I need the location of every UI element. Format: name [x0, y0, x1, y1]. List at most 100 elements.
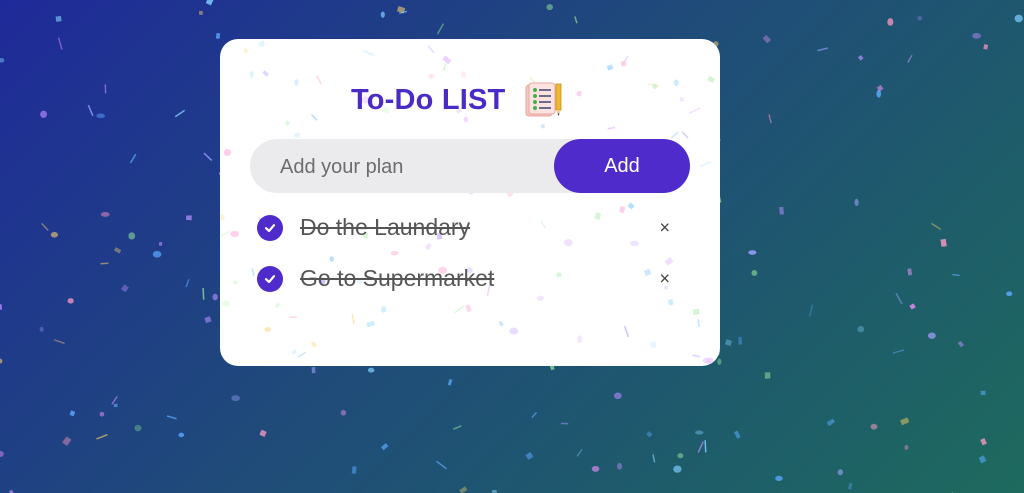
- confetti-piece: [351, 313, 355, 324]
- confetti-piece: [697, 319, 700, 328]
- confetti-piece: [764, 372, 771, 379]
- confetti-piece: [288, 316, 298, 319]
- confetti-piece: [751, 270, 758, 276]
- confetti-piece: [258, 40, 265, 47]
- confetti-piece: [104, 84, 107, 94]
- confetti-piece: [447, 378, 453, 386]
- confetti-piece: [0, 58, 5, 63]
- confetti-piece: [624, 325, 630, 338]
- task-input[interactable]: [250, 139, 582, 195]
- task-text[interactable]: Go to Supermarket: [300, 265, 494, 292]
- confetti-piece: [909, 303, 916, 310]
- confetti-piece: [113, 403, 118, 408]
- confetti-piece: [311, 366, 316, 374]
- task-item[interactable]: Go to Supermarket ×: [257, 253, 677, 304]
- confetti-piece: [100, 212, 110, 217]
- confetti-piece: [649, 341, 657, 349]
- confetti-piece: [762, 34, 771, 44]
- confetti-piece: [381, 306, 387, 313]
- confetti-piece: [120, 284, 129, 293]
- confetti-piece: [62, 436, 72, 446]
- confetti-piece: [775, 475, 783, 482]
- confetti-piece: [738, 336, 742, 345]
- confetti-piece: [233, 280, 238, 284]
- confetti-piece: [465, 304, 472, 313]
- confetti-piece: [692, 308, 700, 316]
- confetti-piece: [768, 114, 772, 124]
- confetti-piece: [681, 131, 689, 139]
- confetti-piece: [560, 422, 569, 425]
- task-text[interactable]: Do the Laundary: [300, 214, 470, 241]
- confetti-piece: [620, 60, 627, 67]
- confetti-piece: [294, 79, 299, 86]
- confetti-piece: [652, 454, 656, 463]
- confetti-piece: [128, 232, 136, 240]
- confetti-piece: [702, 357, 712, 364]
- confetti-piece: [454, 305, 465, 314]
- confetti-piece: [980, 390, 986, 396]
- confetti-piece: [243, 48, 249, 54]
- confetti-piece: [576, 90, 582, 97]
- confetti-piece: [983, 44, 989, 50]
- confetti-piece: [591, 465, 600, 472]
- confetti-piece: [837, 469, 844, 476]
- confetti-piece: [284, 120, 291, 126]
- confetti-piece: [980, 438, 987, 446]
- close-icon[interactable]: ×: [659, 217, 670, 238]
- confetti-piece: [158, 241, 163, 246]
- confetti-piece: [69, 410, 76, 417]
- confetti-piece: [733, 430, 741, 439]
- confetti-piece: [779, 206, 785, 215]
- checklist-notepad-icon: [525, 82, 562, 117]
- confetti-piece: [428, 73, 435, 80]
- confetti-piece: [291, 349, 298, 355]
- confetti-piece: [50, 231, 58, 238]
- task-item[interactable]: Do the Laundary ×: [257, 202, 677, 253]
- confetti-piece: [152, 250, 162, 258]
- confetti-piece: [203, 152, 213, 162]
- confetti-piece: [900, 417, 910, 426]
- confetti-piece: [111, 396, 118, 405]
- confetti-piece: [87, 104, 94, 117]
- confetti-piece: [223, 148, 232, 157]
- confetti-piece: [576, 448, 583, 457]
- confetti-piece: [294, 132, 301, 138]
- confetti-piece: [699, 161, 711, 168]
- confetti-piece: [96, 433, 108, 440]
- confetti-piece: [688, 107, 701, 115]
- confetti-piece: [460, 71, 466, 79]
- confetti-piece: [340, 409, 347, 416]
- confetti-piece: [606, 64, 614, 71]
- app-title: To-Do LIST: [351, 83, 506, 116]
- confetti-piece: [692, 354, 700, 358]
- confetti-piece: [704, 440, 707, 453]
- checkmark-icon[interactable]: [257, 214, 283, 241]
- confetti-piece: [113, 247, 122, 254]
- confetti-piece: [310, 341, 318, 348]
- add-button[interactable]: Add: [554, 139, 690, 193]
- confetti-piece: [264, 326, 271, 333]
- confetti-piece: [679, 96, 684, 102]
- checkmark-icon[interactable]: [257, 265, 283, 292]
- confetti-piece: [205, 0, 215, 6]
- confetti-piece: [67, 298, 74, 304]
- confetti-piece: [857, 55, 864, 61]
- confetti-piece: [826, 418, 835, 427]
- confetti-piece: [707, 75, 715, 84]
- confetti-piece: [186, 215, 192, 221]
- confetti-piece: [459, 486, 468, 493]
- confetti-piece: [531, 411, 538, 419]
- confetti-piece: [546, 4, 553, 11]
- confetti-piece: [892, 349, 905, 354]
- confetti-piece: [907, 54, 913, 63]
- add-task-form: Add: [250, 139, 690, 195]
- close-icon[interactable]: ×: [659, 268, 670, 289]
- confetti-piece: [509, 327, 519, 335]
- confetti-piece: [673, 465, 682, 473]
- confetti-piece: [724, 339, 733, 347]
- confetti-piece: [380, 11, 385, 18]
- confetti-piece: [895, 292, 903, 305]
- task-list: Do the Laundary × Go to Supermarket ×: [257, 202, 677, 304]
- confetti-piece: [100, 262, 109, 265]
- confetti-piece: [249, 70, 254, 79]
